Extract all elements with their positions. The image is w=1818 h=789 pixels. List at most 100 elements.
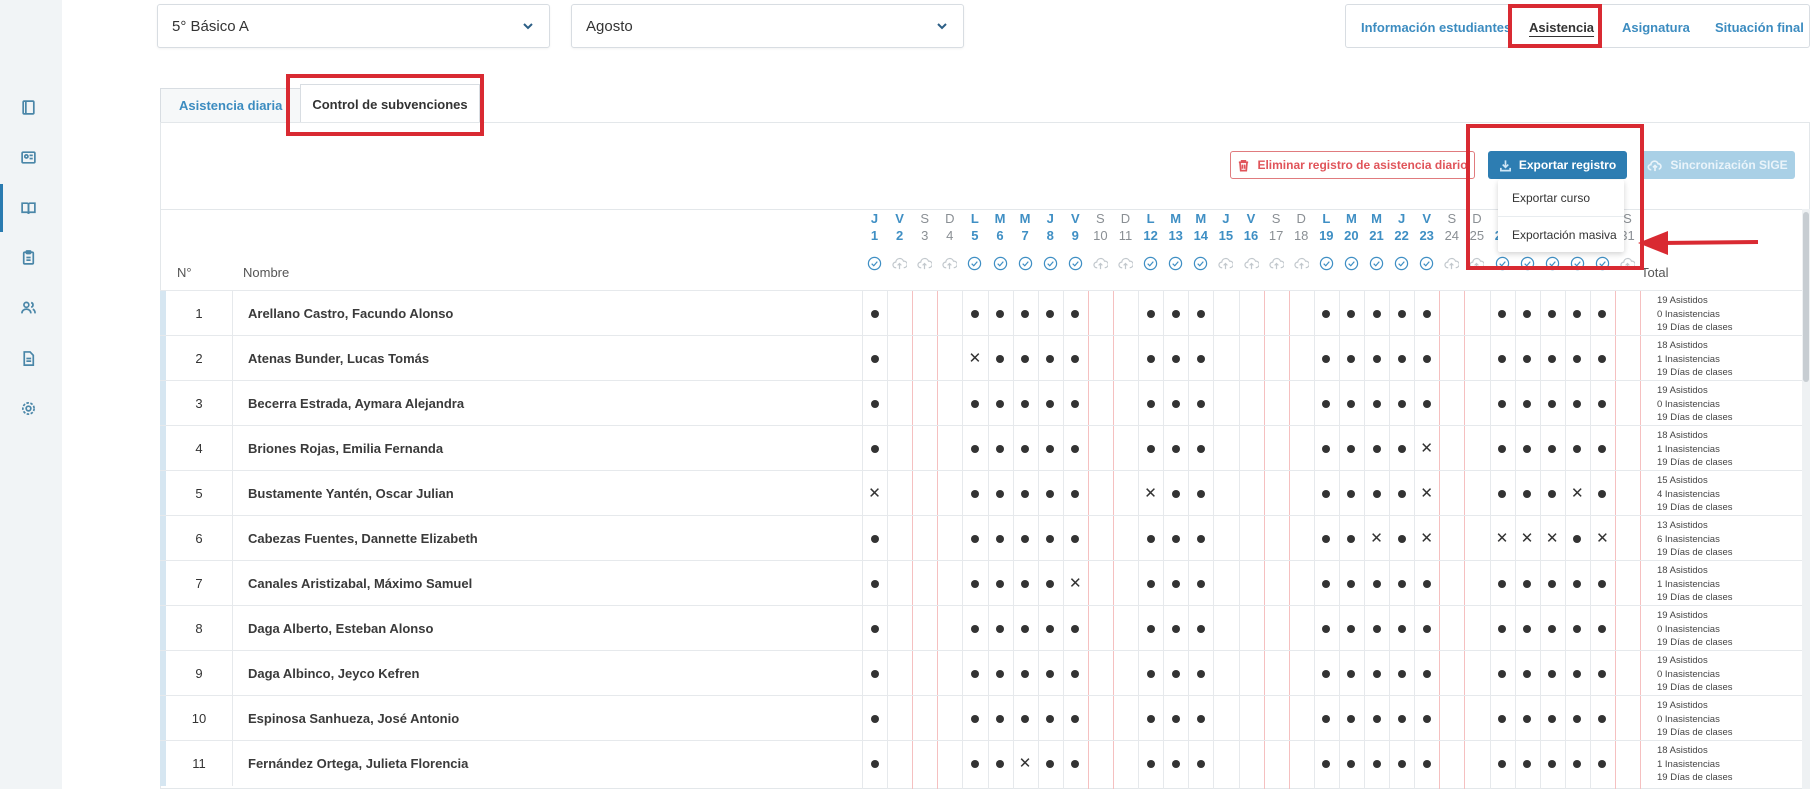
present-mark[interactable] — [988, 471, 1013, 516]
present-mark[interactable] — [1339, 471, 1364, 516]
present-mark[interactable] — [1013, 516, 1038, 561]
present-mark[interactable] — [862, 381, 887, 426]
present-mark[interactable] — [1063, 426, 1088, 471]
present-mark[interactable] — [1540, 651, 1565, 696]
present-mark[interactable] — [1389, 651, 1414, 696]
cloud-upload-icon[interactable] — [1239, 256, 1264, 271]
present-mark[interactable] — [988, 651, 1013, 696]
present-mark[interactable] — [862, 561, 887, 606]
present-mark[interactable] — [1063, 381, 1088, 426]
present-mark[interactable] — [988, 426, 1013, 471]
present-mark[interactable] — [1339, 606, 1364, 651]
nav-subject[interactable]: Asignatura — [1622, 5, 1690, 49]
present-mark[interactable] — [1138, 606, 1163, 651]
check-circle-icon[interactable] — [1490, 256, 1515, 271]
absent-mark[interactable]: ✕ — [1013, 741, 1038, 786]
table-row[interactable]: 1 Arellano Castro, Facundo Alonso 19 Asist… — [160, 290, 1810, 336]
present-mark[interactable] — [1414, 381, 1439, 426]
present-mark[interactable] — [1565, 651, 1590, 696]
present-mark[interactable] — [1163, 741, 1188, 786]
present-mark[interactable] — [1138, 291, 1163, 336]
present-mark[interactable] — [1540, 696, 1565, 741]
present-mark[interactable] — [1163, 516, 1188, 561]
table-row[interactable]: 2 Atenas Bunder, Lucas Tomás ✕ 18 Asistidos… — [160, 335, 1810, 381]
check-circle-icon[interactable] — [1163, 256, 1188, 271]
present-mark[interactable] — [1515, 651, 1540, 696]
present-mark[interactable] — [1063, 516, 1088, 561]
present-mark[interactable] — [1590, 381, 1615, 426]
present-mark[interactable] — [1314, 561, 1339, 606]
present-mark[interactable] — [1138, 651, 1163, 696]
present-mark[interactable] — [1138, 561, 1163, 606]
present-mark[interactable] — [1565, 291, 1590, 336]
check-circle-icon[interactable] — [962, 256, 987, 271]
absent-mark[interactable]: ✕ — [1138, 471, 1163, 516]
present-mark[interactable] — [1163, 426, 1188, 471]
present-mark[interactable] — [1364, 606, 1389, 651]
cloud-upload-icon[interactable] — [912, 256, 937, 271]
present-mark[interactable] — [1314, 651, 1339, 696]
menu-export-course[interactable]: Exportar curso — [1512, 191, 1590, 205]
present-mark[interactable] — [1038, 741, 1063, 786]
present-mark[interactable] — [1038, 291, 1063, 336]
present-mark[interactable] — [1188, 606, 1213, 651]
table-row[interactable]: 4 Briones Rojas, Emilia Fernanda ✕ 18 Asist… — [160, 425, 1810, 471]
check-circle-icon[interactable] — [862, 256, 887, 271]
settings-gear-icon[interactable] — [17, 397, 39, 419]
check-circle-icon[interactable] — [1038, 256, 1063, 271]
present-mark[interactable] — [1013, 426, 1038, 471]
present-mark[interactable] — [1490, 471, 1515, 516]
present-mark[interactable] — [962, 606, 987, 651]
present-mark[interactable] — [1013, 606, 1038, 651]
absent-mark[interactable]: ✕ — [962, 336, 987, 381]
present-mark[interactable] — [1063, 651, 1088, 696]
present-mark[interactable] — [962, 516, 987, 561]
present-mark[interactable] — [1063, 336, 1088, 381]
present-mark[interactable] — [1540, 426, 1565, 471]
present-mark[interactable] — [1540, 471, 1565, 516]
present-mark[interactable] — [1490, 561, 1515, 606]
present-mark[interactable] — [1590, 471, 1615, 516]
check-circle-icon[interactable] — [1565, 256, 1590, 271]
present-mark[interactable] — [1515, 291, 1540, 336]
present-mark[interactable] — [988, 741, 1013, 786]
student-name[interactable]: Cabezas Fuentes, Dannette Elizabeth — [248, 516, 478, 561]
present-mark[interactable] — [1188, 471, 1213, 516]
student-name[interactable]: Briones Rojas, Emilia Fernanda — [248, 426, 443, 471]
present-mark[interactable] — [1314, 606, 1339, 651]
present-mark[interactable] — [1389, 561, 1414, 606]
table-row[interactable]: 8 Daga Alberto, Esteban Alonso 19 Asistido… — [160, 605, 1810, 651]
check-circle-icon[interactable] — [1138, 256, 1163, 271]
delete-daily-record-button[interactable]: Eliminar registro de asistencia diario — [1230, 151, 1475, 179]
present-mark[interactable] — [1490, 426, 1515, 471]
check-circle-icon[interactable] — [1540, 256, 1565, 271]
present-mark[interactable] — [1414, 651, 1439, 696]
present-mark[interactable] — [1314, 471, 1339, 516]
present-mark[interactable] — [862, 696, 887, 741]
cloud-upload-icon[interactable] — [1615, 256, 1640, 271]
present-mark[interactable] — [862, 291, 887, 336]
absent-mark[interactable]: ✕ — [1414, 471, 1439, 516]
present-mark[interactable] — [1339, 381, 1364, 426]
present-mark[interactable] — [1013, 291, 1038, 336]
present-mark[interactable] — [962, 381, 987, 426]
present-mark[interactable] — [1163, 651, 1188, 696]
check-circle-icon[interactable] — [988, 256, 1013, 271]
present-mark[interactable] — [1339, 336, 1364, 381]
present-mark[interactable] — [1163, 336, 1188, 381]
present-mark[interactable] — [962, 651, 987, 696]
present-mark[interactable] — [962, 291, 987, 336]
present-mark[interactable] — [1163, 606, 1188, 651]
present-mark[interactable] — [1389, 516, 1414, 561]
present-mark[interactable] — [1138, 696, 1163, 741]
check-circle-icon[interactable] — [1590, 256, 1615, 271]
cloud-upload-icon[interactable] — [1113, 256, 1138, 271]
present-mark[interactable] — [1013, 381, 1038, 426]
present-mark[interactable] — [1590, 336, 1615, 381]
present-mark[interactable] — [1013, 651, 1038, 696]
absent-mark[interactable]: ✕ — [1063, 561, 1088, 606]
check-circle-icon[interactable] — [1063, 256, 1088, 271]
present-mark[interactable] — [1314, 426, 1339, 471]
table-row[interactable]: 5 Bustamente Yantén, Oscar Julian ✕ ✕ ✕ ✕ 15 A… — [160, 470, 1810, 516]
nav-attendance[interactable]: Asistencia — [1529, 5, 1594, 49]
